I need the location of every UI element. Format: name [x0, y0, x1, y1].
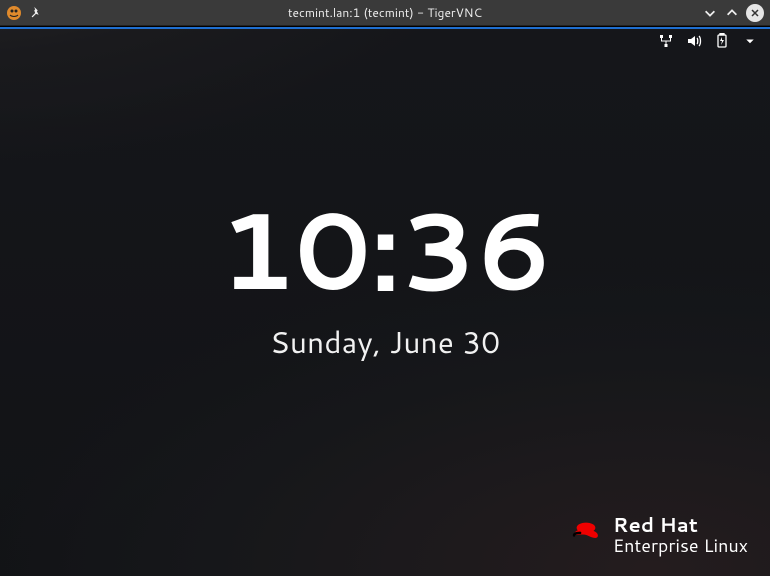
window-title: tecmint.lan:1 (tecmint) - TigerVNC	[0, 4, 770, 21]
lock-date: Sunday, June 30	[0, 320, 770, 363]
pin-icon[interactable]	[28, 5, 44, 21]
brand-text: Red Hat Enterprise Linux	[613, 514, 748, 556]
redhat-icon	[569, 515, 603, 555]
titlebar-right	[702, 4, 770, 22]
titlebar-left	[0, 5, 44, 21]
maximize-button[interactable]	[724, 5, 740, 21]
minimize-button[interactable]	[702, 5, 718, 21]
tigervnc-icon	[6, 5, 22, 21]
lock-time: 10:36	[0, 194, 770, 302]
lock-screen[interactable]: 10:36 Sunday, June 30	[0, 29, 770, 363]
brand-name-bottom: Enterprise Linux	[613, 536, 748, 556]
window-titlebar: tecmint.lan:1 (tecmint) - TigerVNC	[0, 0, 770, 26]
os-brand: Red Hat Enterprise Linux	[569, 514, 748, 556]
vnc-viewport[interactable]: 10:36 Sunday, June 30 Red Hat Enterprise…	[0, 27, 770, 576]
close-button[interactable]	[746, 4, 764, 22]
